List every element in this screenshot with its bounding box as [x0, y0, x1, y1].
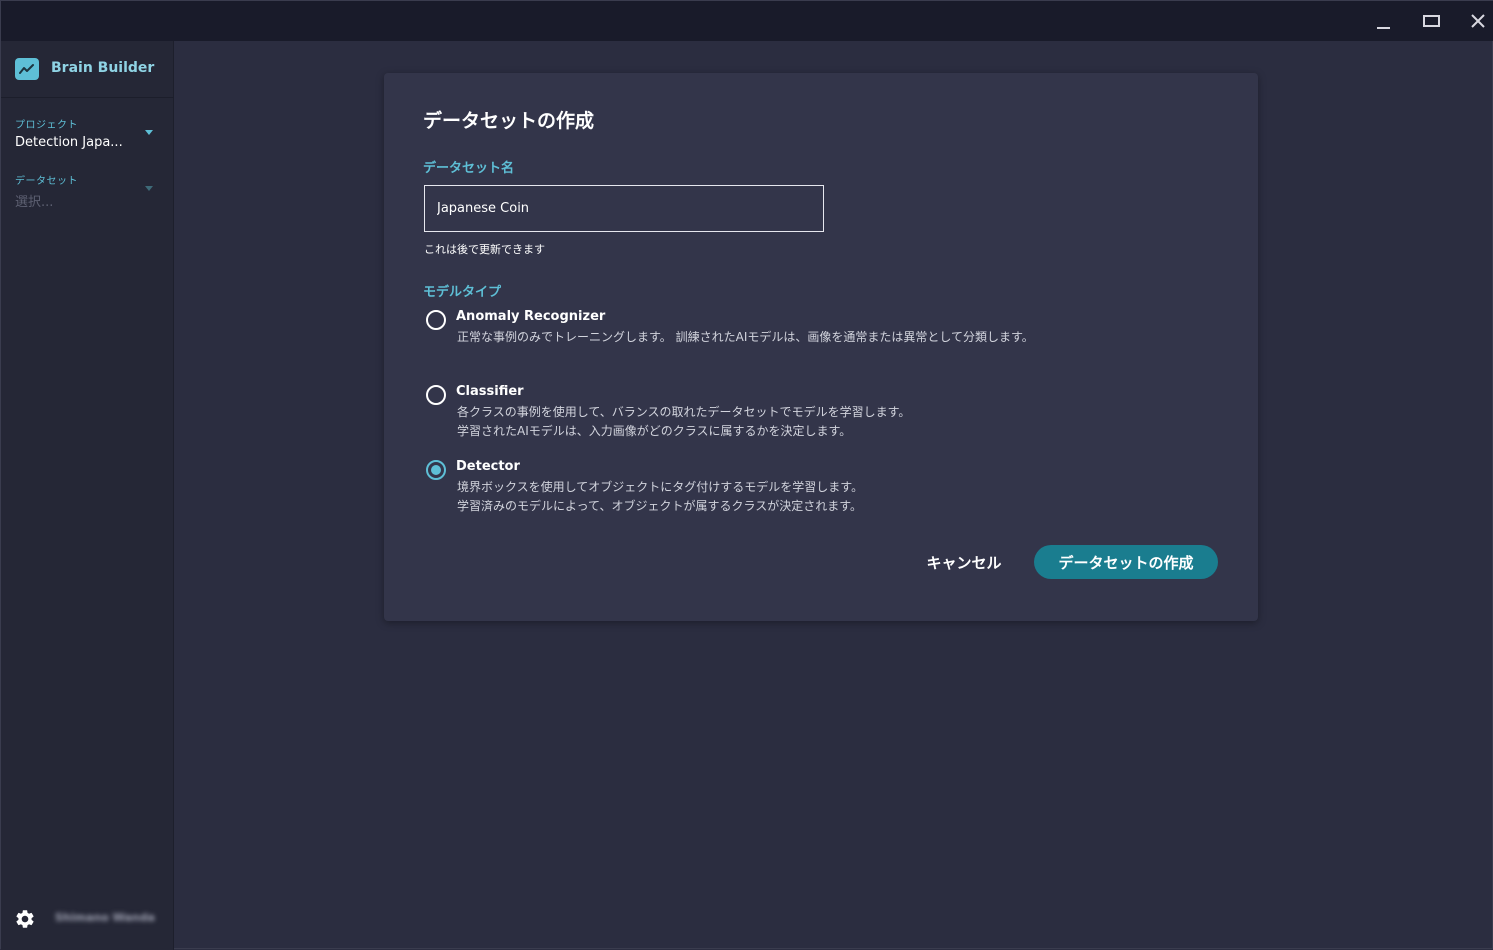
dialog-title: データセットの作成	[423, 110, 595, 132]
maximize-icon	[1422, 15, 1440, 27]
cancel-button[interactable]: キャンセル	[909, 545, 1019, 579]
radio-classifier[interactable]	[426, 385, 446, 405]
project-label: プロジェクト	[15, 120, 78, 131]
option-title: Classifier	[456, 384, 524, 399]
close-icon	[1471, 14, 1485, 28]
title-bar	[1, 1, 1493, 41]
project-selector[interactable]: プロジェクト Detection Japa...	[15, 116, 160, 150]
option-description-line: 学習されたAIモデルは、入力画像がどのクラスに属するかを決定します。	[457, 424, 852, 438]
option-description-line: 各クラスの事例を使用して、バランスの取れたデータセットでモデルを学習します。	[457, 405, 911, 419]
option-description: 境界ボックスを使用してオブジェクトにタグ付けするモデルを学習します。 学習済みの…	[457, 478, 1112, 516]
dataset-name-label: データセット名	[423, 161, 515, 176]
dataset-label: データセット	[15, 176, 78, 187]
brand: Brain Builder	[1, 41, 174, 98]
minimize-icon	[1376, 27, 1390, 29]
user-name: Shimano Wanda	[55, 911, 155, 924]
radio-anomaly-recognizer[interactable]	[426, 310, 446, 330]
chart-line-icon	[15, 58, 39, 80]
option-description: 各クラスの事例を使用して、バランスの取れたデータセットでモデルを学習します。 学…	[457, 403, 1112, 441]
create-dataset-button[interactable]: データセットの作成	[1034, 545, 1218, 579]
radio-detector[interactable]	[426, 460, 446, 480]
dataset-selector[interactable]: データセット 選択...	[15, 172, 160, 210]
create-dataset-dialog: データセットの作成 データセット名 これは後で更新できます モデルタイプ Ano…	[384, 73, 1258, 621]
close-button[interactable]	[1455, 1, 1493, 41]
app-window: Brain Builder プロジェクト Detection Japa... デ…	[0, 0, 1493, 950]
option-title: Detector	[456, 459, 520, 474]
model-type-label: モデルタイプ	[423, 285, 502, 300]
helper-text: これは後で更新できます	[424, 243, 545, 256]
brand-name: Brain Builder	[51, 60, 155, 76]
gear-icon[interactable]	[14, 908, 36, 930]
option-title: Anomaly Recognizer	[456, 309, 606, 324]
option-description-line: 学習済みのモデルによって、オブジェクトが属するクラスが決定されます。	[457, 499, 863, 513]
caret-down-icon	[145, 186, 153, 191]
option-description-line: 境界ボックスを使用してオブジェクトにタグ付けするモデルを学習します。	[457, 480, 864, 494]
dataset-name-input[interactable]	[424, 185, 824, 232]
dataset-value: 選択...	[15, 195, 54, 210]
caret-down-icon	[145, 130, 153, 135]
option-description: 正常な事例のみでトレーニングします。 訓練されたAIモデルは、画像を通常または異…	[457, 330, 1034, 344]
project-value: Detection Japa...	[15, 135, 123, 150]
minimize-button[interactable]	[1360, 1, 1406, 41]
sidebar: Brain Builder プロジェクト Detection Japa... デ…	[1, 41, 174, 950]
maximize-button[interactable]	[1408, 1, 1454, 41]
